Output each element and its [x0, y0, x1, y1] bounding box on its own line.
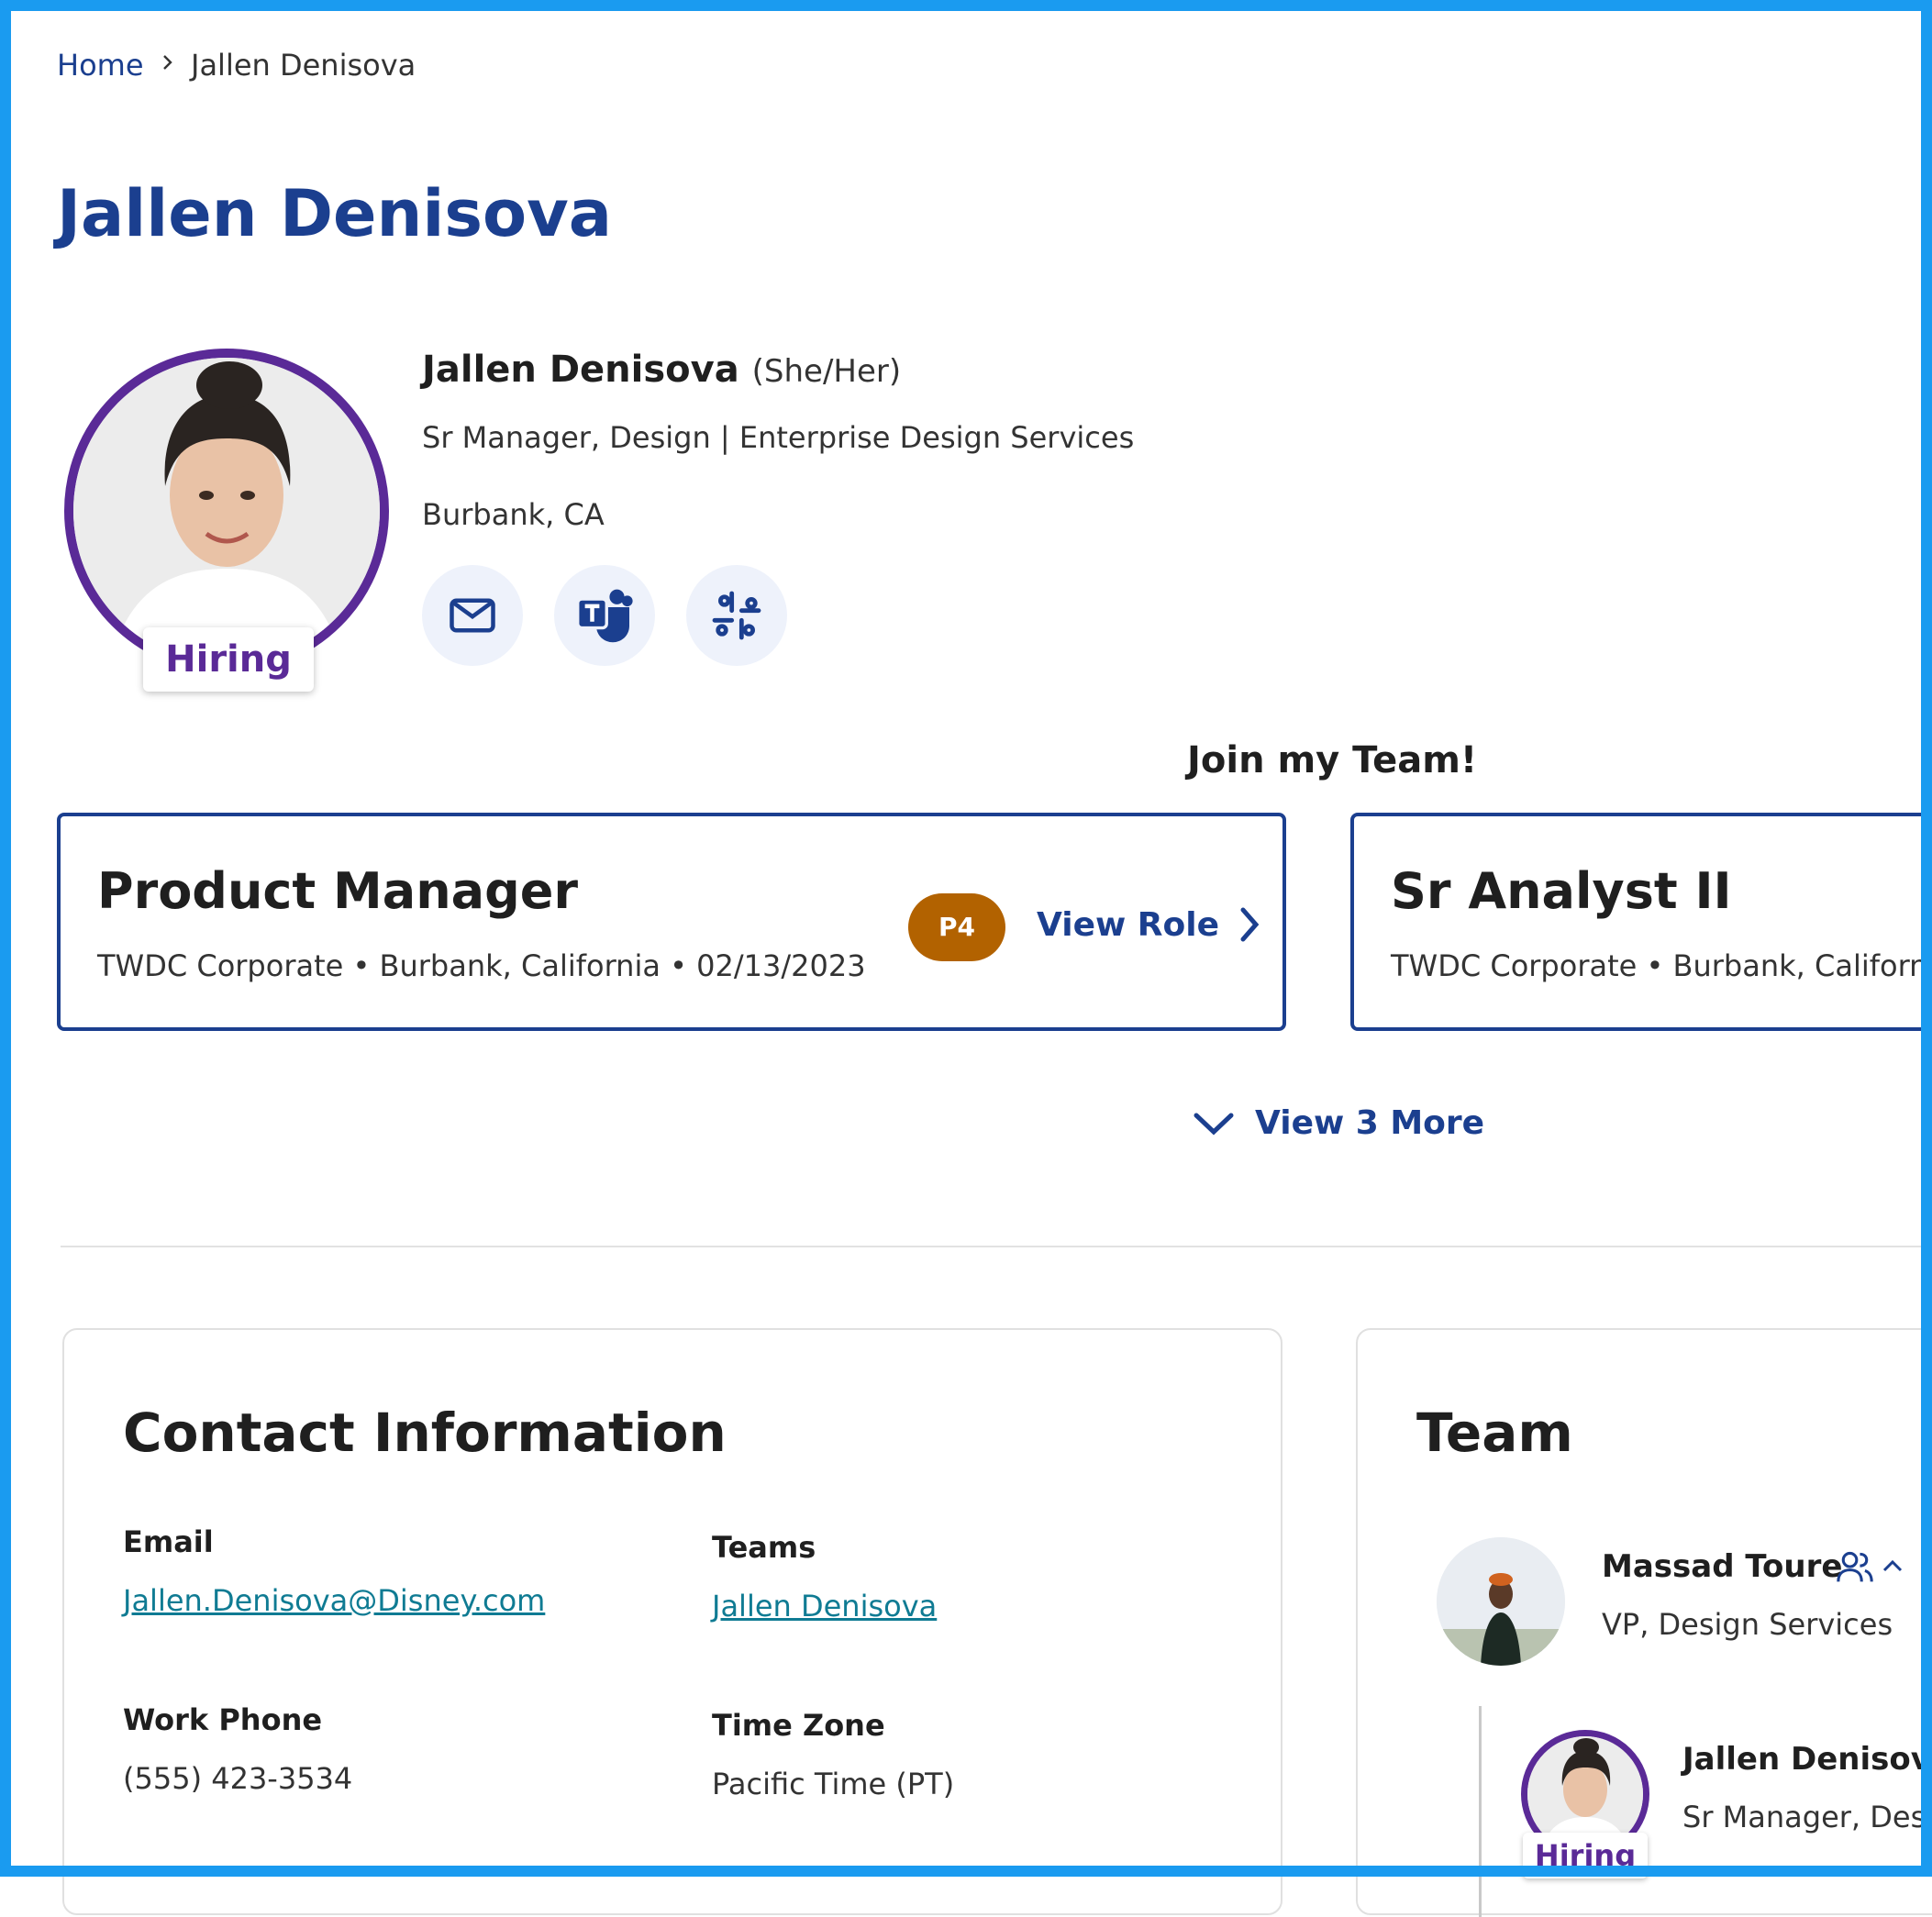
role-card[interactable]: Sr Analyst II TWDC Corporate • Burbank, …	[1350, 813, 1932, 1031]
profile-avatar	[64, 349, 389, 673]
page-title: Jallen Denisova	[57, 176, 612, 251]
profile-location: Burbank, CA	[422, 497, 605, 532]
email-label: Email	[123, 1524, 214, 1559]
slack-button[interactable]	[686, 565, 787, 666]
breadcrumb-current: Jallen Denisova	[191, 48, 416, 83]
role-card[interactable]: Product Manager TWDC Corporate • Burbank…	[57, 813, 1286, 1031]
profile-name: Jallen Denisova	[422, 349, 739, 391]
level-badge: P4	[908, 893, 1005, 961]
teams-icon	[576, 589, 633, 643]
people-icon	[1837, 1551, 1873, 1582]
role-meta: TWDC Corporate • Burbank, California • 0…	[97, 948, 866, 983]
profile-pronouns: (She/Her)	[751, 353, 902, 390]
work-phone-label: Work Phone	[123, 1702, 323, 1737]
team-card: Team Massad Toure VP, Design Services Hi…	[1356, 1328, 1932, 1917]
time-zone-label: Time Zone	[712, 1708, 885, 1743]
work-phone-value: (555) 423-3534	[123, 1761, 353, 1796]
profile-name-line: Jallen Denisova (She/Her)	[422, 349, 901, 391]
slack-icon	[712, 591, 761, 640]
manager-role: VP, Design Services	[1602, 1607, 1893, 1642]
report-hiring-badge: Hiring	[1523, 1833, 1648, 1878]
mail-icon	[450, 598, 495, 633]
email-link[interactable]: Jallen.Denisova@Disney.com	[123, 1583, 545, 1618]
email-button[interactable]	[422, 565, 523, 666]
team-card-title: Team	[1416, 1402, 1573, 1464]
view-role-link[interactable]: View Role	[1037, 904, 1263, 945]
view-more-button[interactable]: View 3 More	[1193, 1104, 1484, 1142]
chevron-right-icon	[1240, 907, 1260, 942]
chevron-right-icon	[163, 55, 172, 70]
teams-label: Teams	[712, 1530, 816, 1565]
profile-title: Sr Manager, Design | Enterprise Design S…	[422, 420, 1135, 455]
manager-name[interactable]: Massad Toure	[1602, 1548, 1842, 1585]
hiring-badge: Hiring	[143, 627, 314, 692]
view-more-label: View 3 More	[1255, 1104, 1485, 1142]
role-name: Product Manager	[97, 862, 578, 920]
section-divider	[61, 1246, 1932, 1247]
chevron-down-icon	[1194, 1113, 1234, 1135]
report-name[interactable]: Jallen Denisova	[1682, 1741, 1932, 1778]
view-role-label: View Role	[1037, 905, 1219, 944]
manager-avatar[interactable]	[1437, 1537, 1565, 1666]
manager-photo	[1437, 1537, 1565, 1666]
teams-button[interactable]	[554, 565, 655, 666]
breadcrumb-home-link[interactable]: Home	[57, 48, 144, 83]
profile-photo	[73, 358, 380, 664]
chevron-up-icon	[1882, 1559, 1903, 1572]
role-meta: TWDC Corporate • Burbank, California	[1391, 948, 1932, 983]
contact-card: Contact Information Email Jallen.Denisov…	[62, 1328, 1282, 1915]
manager-toggle[interactable]	[1835, 1548, 1904, 1585]
time-zone-value: Pacific Time (PT)	[712, 1767, 955, 1801]
report-role: Sr Manager, Desig	[1682, 1800, 1932, 1834]
role-name: Sr Analyst II	[1391, 862, 1732, 920]
teams-link[interactable]: Jallen Denisova	[712, 1589, 937, 1623]
join-team-heading: Join my Team!	[1187, 739, 1478, 781]
org-tree-line	[1479, 1706, 1482, 1917]
contact-card-title: Contact Information	[123, 1402, 727, 1464]
